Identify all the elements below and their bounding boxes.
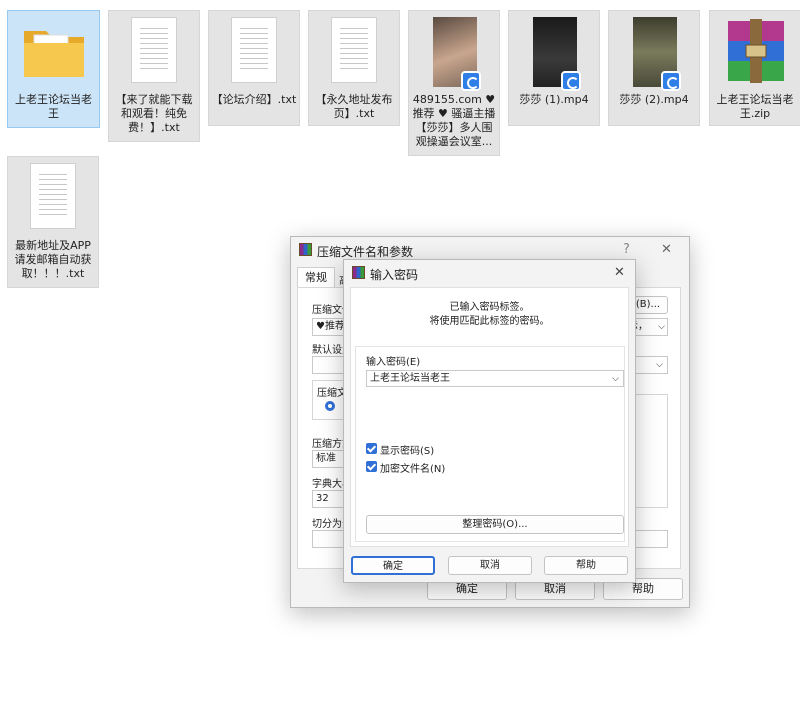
file-name: 【来了就能下载和观看！纯免费！】.txt xyxy=(115,93,193,134)
file-tile-txt[interactable]: 【论坛介绍】.txt xyxy=(208,10,300,126)
file-tile-txt[interactable]: 【永久地址发布页】.txt xyxy=(308,10,400,126)
dialog-title: 压缩文件名和参数 xyxy=(317,245,414,259)
password-input[interactable]: 上老王论坛当老王 ⌵ xyxy=(366,370,624,387)
file-tile-folder[interactable]: 上老王论坛当老王 xyxy=(7,10,100,128)
folder-icon xyxy=(22,17,86,87)
file-name: 上老王论坛当老王.zip xyxy=(716,93,794,120)
info-line-1: 已输入密码标签。 xyxy=(449,302,530,313)
encrypt-filenames-label: 加密文件名(N) xyxy=(380,464,446,475)
file-name: 莎莎 (1).mp4 xyxy=(519,93,589,106)
encrypt-filenames-checkbox[interactable] xyxy=(366,461,377,472)
file-tile-video[interactable]: 莎莎 (1).mp4 xyxy=(508,10,600,126)
file-tile-video[interactable]: 489155.com ♥推荐 ♥ 骚逼主播【莎莎】多人围观操逼会议室... xyxy=(408,10,500,156)
ok-button[interactable]: 确定 xyxy=(351,556,435,575)
text-file-icon xyxy=(131,17,177,83)
file-tile-zip[interactable]: 上老王论坛当老王.zip xyxy=(709,10,800,126)
file-name: 【论坛介绍】.txt xyxy=(211,93,297,106)
file-name: 489155.com ♥推荐 ♥ 骚逼主播【莎莎】多人围观操逼会议室... xyxy=(412,93,496,148)
text-file-icon xyxy=(231,17,277,83)
password-group: 输入密码(E) 上老王论坛当老王 ⌵ 显示密码(S) 加密文件名(N) 整理密码… xyxy=(355,346,625,542)
radio-rar[interactable] xyxy=(325,401,335,411)
file-name: 最新地址及APP请发邮箱自动获取！！！.txt xyxy=(14,239,92,280)
video-thumbnail xyxy=(423,17,487,91)
video-player-icon xyxy=(561,71,581,91)
organize-passwords-button[interactable]: 整理密码(O)... xyxy=(366,515,624,534)
show-password-checkbox[interactable] xyxy=(366,443,377,454)
info-line-2: 将使用匹配此标签的密码。 xyxy=(429,316,550,327)
close-icon[interactable]: ✕ xyxy=(661,242,672,257)
winrar-icon xyxy=(299,243,312,256)
winrar-icon xyxy=(352,266,365,279)
show-password-label: 显示密码(S) xyxy=(380,446,435,457)
enter-password-dialog: 输入密码 ✕ 已输入密码标签。 将使用匹配此标签的密码。 输入密码(E) 上老王… xyxy=(343,259,636,583)
close-icon[interactable]: ✕ xyxy=(614,265,625,280)
chevron-down-icon: ⌵ xyxy=(658,322,665,332)
video-player-icon xyxy=(461,71,481,91)
dialog-title: 输入密码 xyxy=(370,268,419,282)
video-player-icon xyxy=(661,71,681,91)
password-field-label: 输入密码(E) xyxy=(366,357,421,368)
file-tile-txt[interactable]: 最新地址及APP请发邮箱自动获取！！！.txt xyxy=(7,156,99,288)
video-thumbnail xyxy=(523,17,587,91)
text-file-icon xyxy=(30,163,76,229)
file-name: 上老王论坛当老王 xyxy=(15,93,92,120)
cancel-button[interactable]: 取消 xyxy=(448,556,532,575)
text-file-icon xyxy=(331,17,377,83)
chevron-down-icon: ⌵ xyxy=(612,374,619,384)
help-icon[interactable]: ? xyxy=(623,242,630,257)
file-name: 【永久地址发布页】.txt xyxy=(315,93,393,120)
chevron-down-icon: ⌵ xyxy=(656,360,663,370)
video-thumbnail xyxy=(623,17,687,91)
help-button[interactable]: 帮助 xyxy=(544,556,628,575)
tab-general[interactable]: 常规 xyxy=(297,267,335,288)
file-tile-video[interactable]: 莎莎 (2).mp4 xyxy=(608,10,700,126)
file-name: 莎莎 (2).mp4 xyxy=(619,93,689,106)
password-panel: 已输入密码标签。 将使用匹配此标签的密码。 输入密码(E) 上老王论坛当老王 ⌵… xyxy=(350,287,629,547)
file-tile-txt[interactable]: 【来了就能下载和观看！纯免费！】.txt xyxy=(108,10,200,142)
winrar-archive-icon xyxy=(724,17,788,87)
